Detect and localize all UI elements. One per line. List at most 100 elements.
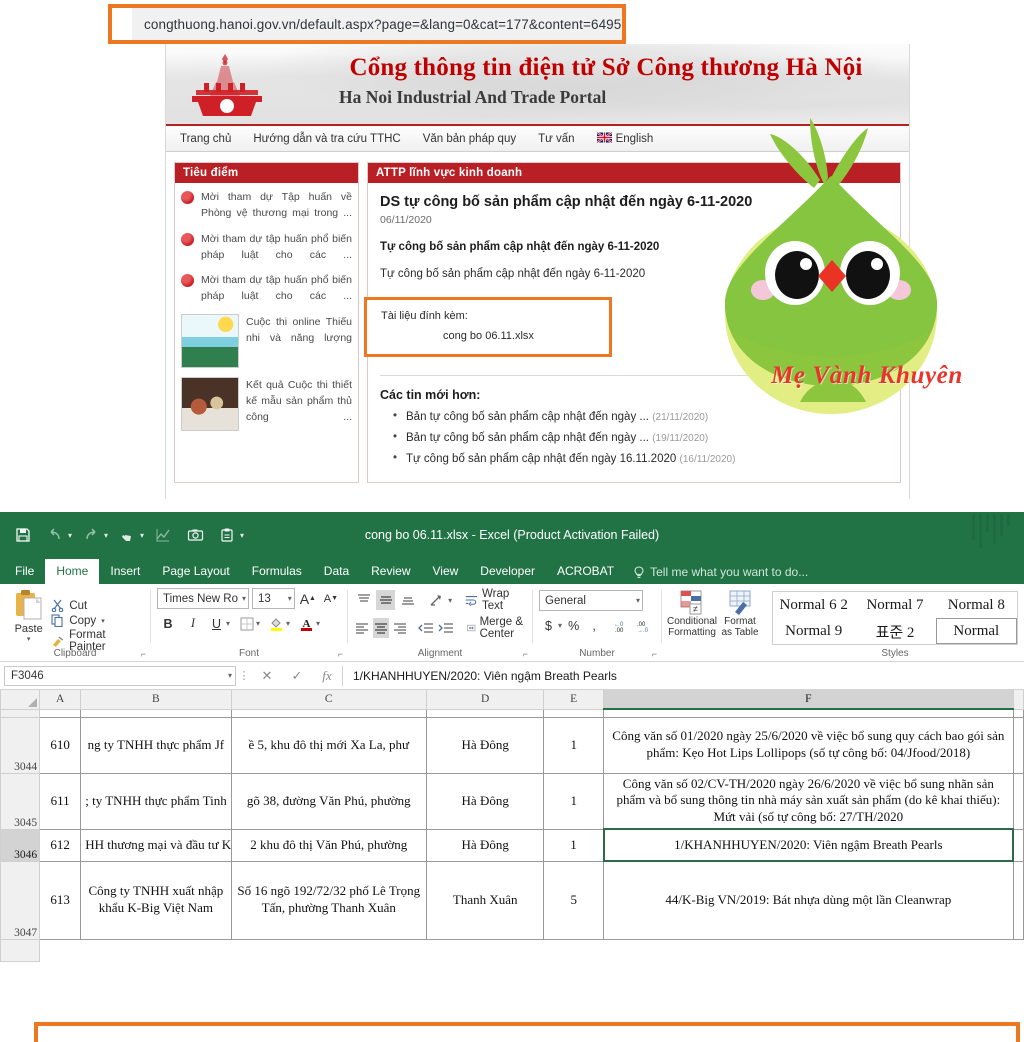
news-link[interactable]: Tự công bố sản phẩm cập nhật đến ngày 16… bbox=[406, 453, 676, 465]
fill-color-button[interactable]: ▾ bbox=[267, 613, 290, 634]
list-item[interactable]: Cuộc thi online Thiếu nhi và năng lượng bbox=[181, 313, 352, 368]
cell-c610[interactable]: ề 5, khu đô thị mới Xa La, phư bbox=[230, 716, 428, 774]
currency-button[interactable]: $ ▾ bbox=[539, 615, 562, 636]
tab-home[interactable]: Home bbox=[45, 559, 100, 584]
column-header-g[interactable] bbox=[1012, 690, 1024, 710]
italic-button[interactable]: I bbox=[182, 613, 204, 634]
column-header-f[interactable]: F bbox=[603, 690, 1014, 710]
cell-b613[interactable]: Công ty TNHH xuất nhập khẩu K-Big Việt N… bbox=[80, 860, 232, 940]
list-item[interactable]: Bản tự công bố sản phẩm cập nhật đến ngà… bbox=[393, 410, 888, 423]
redo-dropdown-icon[interactable]: ▾ bbox=[104, 531, 108, 540]
undo-dropdown-icon[interactable]: ▾ bbox=[68, 531, 72, 540]
column-header-d[interactable]: D bbox=[426, 690, 545, 710]
tab-acrobat[interactable]: ACROBAT bbox=[546, 559, 625, 584]
number-dialog-launcher-icon[interactable]: ⌐ bbox=[652, 649, 657, 659]
decrease-indent-button[interactable] bbox=[417, 618, 434, 638]
wrap-text-button[interactable]: Wrap Text bbox=[465, 588, 526, 612]
orientation-button[interactable]: ▾ bbox=[426, 590, 452, 610]
font-dialog-launcher-icon[interactable]: ⌐ bbox=[338, 649, 343, 659]
font-size-combo[interactable]: 13 ▾ bbox=[252, 588, 295, 609]
redo-icon[interactable] bbox=[76, 520, 106, 550]
font-color-button[interactable]: A ▾ bbox=[297, 613, 320, 634]
cell-d612[interactable]: Hà Đông bbox=[426, 828, 545, 862]
cell-d613[interactable]: Thanh Xuân bbox=[426, 860, 545, 940]
undo-icon[interactable] bbox=[40, 520, 70, 550]
touch-mode-icon[interactable] bbox=[112, 520, 142, 550]
increase-indent-button[interactable] bbox=[437, 618, 454, 638]
column-header-e[interactable]: E bbox=[543, 690, 605, 710]
decrease-decimal-button[interactable]: .00 →.0 bbox=[635, 615, 655, 636]
customize-qat-icon[interactable]: ▾ bbox=[240, 531, 244, 540]
cell-c613[interactable]: Số 16 ngõ 192/72/32 phố Lê Trọng Tấn, ph… bbox=[230, 860, 428, 940]
cell-d611[interactable]: Hà Đông bbox=[426, 772, 545, 830]
cell-b612[interactable]: HH thương mại và đầu tư K bbox=[80, 828, 232, 862]
list-item[interactable]: Kết quả Cuộc thi thiết kế mẫu sản phẩm t… bbox=[181, 376, 352, 431]
increase-font-size-button[interactable]: A ▲ bbox=[298, 588, 318, 609]
column-header-a[interactable]: A bbox=[39, 690, 82, 710]
tab-review[interactable]: Review bbox=[360, 559, 421, 584]
row-header-3045[interactable]: 3045 bbox=[0, 772, 41, 830]
align-bottom-button[interactable] bbox=[398, 590, 417, 610]
cell-g611[interactable] bbox=[1012, 772, 1024, 830]
cell-c612[interactable]: 2 khu đô thị Văn Phú, phường bbox=[230, 828, 428, 862]
cell-b610[interactable]: ng ty TNHH thực phẩm Jf bbox=[80, 716, 232, 774]
nav-item-tu-van[interactable]: Tư vấn bbox=[538, 133, 574, 145]
cell-f613[interactable]: 44/K-Big VN/2019: Bát nhựa dùng một lần … bbox=[603, 860, 1014, 940]
merge-center-button[interactable]: Merge & Center bbox=[467, 616, 526, 640]
save-icon[interactable] bbox=[8, 520, 38, 550]
row-header-3044[interactable]: 3044 bbox=[0, 716, 41, 774]
touch-mode-dropdown-icon[interactable]: ▾ bbox=[140, 531, 144, 540]
nav-item-english[interactable]: English bbox=[596, 132, 653, 145]
tab-insert[interactable]: Insert bbox=[99, 559, 151, 584]
enter-button[interactable]: ✓ bbox=[282, 668, 312, 684]
cell-c611[interactable]: gõ 38, đường Văn Phú, phường bbox=[230, 772, 428, 830]
attachment-file-link[interactable]: cong bo 06.11.xlsx bbox=[381, 330, 599, 342]
formula-input[interactable]: 1/KHANHHUYEN/2020: Viên ngậm Breath Pear… bbox=[343, 662, 1024, 689]
cell-e610[interactable]: 1 bbox=[543, 716, 605, 774]
row-header-3046[interactable]: 3046 bbox=[0, 828, 41, 862]
tell-me-box[interactable]: Tell me what you want to do... bbox=[625, 560, 816, 584]
align-middle-button[interactable] bbox=[376, 590, 396, 610]
borders-button[interactable]: ▾ bbox=[237, 613, 260, 634]
column-header-b[interactable]: B bbox=[80, 690, 232, 710]
select-all-button[interactable] bbox=[0, 690, 41, 710]
style-pyojun-2[interactable]: 표준 2 bbox=[854, 618, 935, 644]
list-item[interactable]: Mời tham dự tập huấn phổ biến pháp luật … bbox=[181, 272, 352, 305]
cell-g610[interactable] bbox=[1012, 716, 1024, 774]
paste-dropdown-icon[interactable]: ▾ bbox=[27, 635, 31, 643]
list-item[interactable]: Mời tham dự tập huấn phổ biến pháp luật … bbox=[181, 231, 352, 264]
number-format-combo[interactable]: General ▾ bbox=[539, 590, 643, 611]
cell-d610[interactable]: Hà Đông bbox=[426, 716, 545, 774]
nav-item-trang-chu[interactable]: Trang chủ bbox=[180, 133, 231, 145]
tab-data[interactable]: Data bbox=[313, 559, 360, 584]
underline-button[interactable]: U ▾ bbox=[207, 613, 230, 634]
cell-f3046-active[interactable]: 1/KHANHHUYEN/2020: Viên ngậm Breath Pear… bbox=[602, 828, 1015, 862]
cell-e611[interactable]: 1 bbox=[543, 772, 605, 830]
chart-icon[interactable] bbox=[148, 520, 178, 550]
format-as-table-button[interactable]: Format as Table bbox=[720, 590, 760, 661]
style-normal-6-2[interactable]: Normal 6 2 bbox=[773, 592, 854, 618]
camera-icon[interactable] bbox=[180, 520, 210, 550]
clipboard-icon[interactable] bbox=[212, 520, 242, 550]
comma-style-button[interactable]: , bbox=[585, 615, 602, 636]
news-link[interactable]: Bản tự công bố sản phẩm cập nhật đến ngà… bbox=[406, 411, 649, 423]
align-top-button[interactable] bbox=[354, 590, 373, 610]
increase-decimal-button[interactable]: ←0.00 bbox=[612, 615, 632, 636]
decrease-font-size-button[interactable]: A ▼ bbox=[321, 588, 341, 609]
cell-g613[interactable] bbox=[1012, 860, 1024, 940]
insert-function-button[interactable]: fx bbox=[312, 668, 342, 684]
percent-button[interactable]: % bbox=[565, 615, 582, 636]
copy-button[interactable]: Copy ▾ bbox=[51, 614, 144, 627]
url-bar[interactable]: congthuong.hanoi.gov.vn/default.aspx?pag… bbox=[132, 8, 622, 40]
align-left-button[interactable] bbox=[354, 618, 370, 638]
tab-formulas[interactable]: Formulas bbox=[241, 559, 313, 584]
tab-view[interactable]: View bbox=[422, 559, 470, 584]
cell-f611[interactable]: Công văn số 02/CV-TH/2020 ngày 26/6/2020… bbox=[603, 772, 1014, 830]
tab-developer[interactable]: Developer bbox=[469, 559, 546, 584]
style-normal-9[interactable]: Normal 9 bbox=[773, 618, 854, 644]
style-normal[interactable]: Normal bbox=[935, 618, 1017, 644]
nav-item-van-ban[interactable]: Văn bản pháp quy bbox=[423, 133, 516, 145]
cell-a610[interactable]: 610 bbox=[39, 716, 82, 774]
nav-item-huong-dan[interactable]: Hướng dẫn và tra cứu TTHC bbox=[253, 133, 400, 145]
list-item[interactable]: Bản tự công bố sản phẩm cập nhật đến ngà… bbox=[393, 431, 888, 444]
